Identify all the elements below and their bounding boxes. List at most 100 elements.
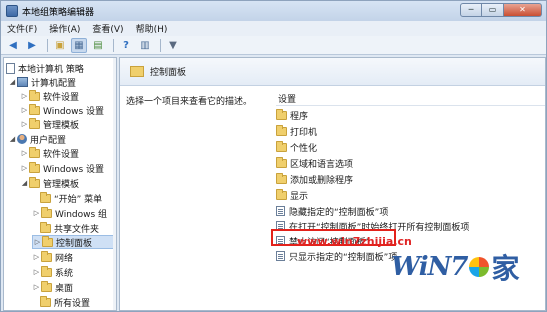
folder-icon (276, 156, 287, 168)
menu-action[interactable]: 操作(A) (49, 22, 80, 35)
tree-label: 系统 (55, 268, 74, 279)
tree-item-user-windows[interactable]: ▷ Windows 设置 (20, 161, 104, 175)
back-icon[interactable]: ◀ (5, 38, 21, 53)
menu-help[interactable]: 帮助(H) (136, 22, 168, 35)
tree-label: 软件设置 (43, 92, 80, 103)
policy-setting-icon (276, 206, 285, 216)
expand-arrow-icon[interactable]: ▷ (20, 164, 29, 172)
tree-item-start-menu[interactable]: “开始” 菜单 (40, 191, 102, 205)
user-icon (17, 134, 27, 144)
expand-arrow-icon[interactable]: ▷ (32, 209, 41, 217)
close-button[interactable]: ✕ (504, 3, 542, 17)
expand-arrow-icon[interactable]: ▷ (32, 268, 41, 276)
tree-scrollbar[interactable] (113, 58, 116, 310)
folder-icon (276, 172, 287, 184)
setting-label: 只显示指定的“控制面板”项 (289, 252, 398, 263)
folder-icon (276, 140, 287, 152)
group-policy-editor-window: 本地组策略编辑器 ─ ▭ ✕ 文件(F) 操作(A) 查看(V) 帮助(H) ◀… (0, 0, 547, 312)
folder-icon (29, 117, 40, 129)
tree-item-desktop[interactable]: ▷ 桌面 (32, 280, 73, 294)
show-tree-icon[interactable]: ▦ (71, 37, 87, 53)
details-header: 控制面板 (120, 58, 545, 86)
list-item-add-remove[interactable]: 添加或删除程序 (276, 172, 353, 186)
expand-arrow-icon[interactable]: ▷ (32, 283, 41, 291)
computer-icon (17, 77, 28, 87)
tree-label: 管理模板 (43, 120, 80, 131)
tree-item-user-software[interactable]: ▷ 软件设置 (20, 146, 79, 160)
folder-icon (41, 280, 52, 292)
list-item-label: 个性化 (290, 143, 318, 154)
list-item-label: 打印机 (290, 127, 318, 138)
tree-item-computer-windows[interactable]: ▷ Windows 设置 (20, 103, 104, 117)
folder-icon (276, 124, 287, 136)
expand-arrow-icon[interactable]: ▷ (20, 106, 29, 114)
expand-arrow-icon[interactable]: ▷ (32, 253, 41, 261)
menu-view[interactable]: 查看(V) (92, 22, 123, 35)
list-item-label: 区域和语言选项 (290, 159, 354, 170)
expand-arrow-icon[interactable]: ▷ (20, 92, 29, 100)
setting-show-only[interactable]: 只显示指定的“控制面板”项 (276, 249, 397, 263)
folder-icon (41, 250, 52, 262)
list-item-personalization[interactable]: 个性化 (276, 140, 317, 154)
properties-icon[interactable]: ▥ (137, 38, 153, 53)
folder-icon (42, 235, 53, 247)
tree-label: 软件设置 (43, 149, 80, 160)
tree-label: 管理模板 (43, 179, 80, 190)
tree-item-all-settings[interactable]: 所有设置 (40, 295, 90, 309)
up-folder-icon[interactable]: ▣ (52, 38, 68, 53)
tree-item-root[interactable]: 本地计算机 策略 (6, 61, 84, 75)
expand-arrow-icon[interactable]: ▷ (33, 238, 42, 246)
policy-setting-icon (276, 251, 285, 261)
list-item-label: 添加或删除程序 (290, 175, 354, 186)
tree-item-computer-config[interactable]: ◢ 计算机配置 (8, 75, 76, 89)
folder-icon (276, 188, 287, 200)
tree-item-user-admin[interactable]: ◢ 管理模板 (20, 176, 79, 190)
policy-icon (6, 62, 15, 74)
logo-char: 家 (491, 252, 520, 285)
help-icon[interactable]: ? (118, 38, 134, 53)
tree-item-network[interactable]: ▷ 网络 (32, 250, 73, 264)
list-item-display[interactable]: 显示 (276, 188, 308, 202)
tree-item-windows-components[interactable]: ▷ Windows 组 (32, 206, 107, 220)
forward-icon[interactable]: ▶ (24, 38, 40, 53)
tree-label: 计算机配置 (31, 78, 77, 89)
collapse-arrow-icon[interactable]: ◢ (20, 179, 29, 187)
expand-arrow-icon[interactable]: ▷ (20, 149, 29, 157)
tree-item-system[interactable]: ▷ 系统 (32, 265, 73, 279)
list-item-label: 显示 (290, 191, 309, 202)
tree-item-computer-software[interactable]: ▷ 软件设置 (20, 89, 79, 103)
filter-icon[interactable]: ▼ (165, 38, 181, 53)
setting-hide-items[interactable]: 隐藏指定的“控制面板”项 (276, 204, 388, 218)
menu-bar: 文件(F) 操作(A) 查看(V) 帮助(H) (1, 21, 546, 36)
collapse-arrow-icon[interactable]: ◢ (8, 78, 17, 86)
list-item-printers[interactable]: 打印机 (276, 124, 317, 138)
toolbar-divider (47, 38, 48, 52)
export-list-icon[interactable]: ▤ (90, 38, 106, 53)
list-item-programs[interactable]: 程序 (276, 108, 308, 122)
tree-label: Windows 组 (55, 209, 108, 220)
tree-label: 所有设置 (54, 298, 91, 309)
folder-icon (41, 265, 52, 277)
setting-label: 隐藏指定的“控制面板”项 (289, 207, 389, 218)
folder-icon (40, 295, 51, 307)
list-item-regional[interactable]: 区域和语言选项 (276, 156, 353, 170)
tree-label: 共享文件夹 (54, 224, 100, 235)
list-item-label: 程序 (290, 111, 309, 122)
column-header-setting[interactable]: 设置 (276, 92, 545, 106)
collapse-arrow-icon[interactable]: ◢ (8, 135, 17, 143)
folder-icon (29, 146, 40, 158)
details-title: 控制面板 (150, 68, 187, 78)
maximize-button[interactable]: ▭ (482, 3, 504, 17)
minimize-button[interactable]: ─ (460, 3, 482, 17)
menu-file[interactable]: 文件(F) (7, 22, 37, 35)
toolbar-divider (113, 38, 114, 52)
tree-item-user-config[interactable]: ◢ 用户配置 (8, 132, 66, 146)
tree-item-control-panel[interactable]: ▷ 控制面板 (32, 235, 114, 249)
tree-item-shared-folders[interactable]: 共享文件夹 (40, 221, 99, 235)
expand-arrow-icon[interactable]: ▷ (20, 120, 29, 128)
tree-label: 本地计算机 策略 (18, 64, 84, 75)
toolbar-divider (160, 38, 161, 52)
folder-icon (130, 66, 144, 77)
tree-item-computer-admin[interactable]: ▷ 管理模板 (20, 117, 79, 131)
tree-label: 用户配置 (30, 135, 67, 146)
